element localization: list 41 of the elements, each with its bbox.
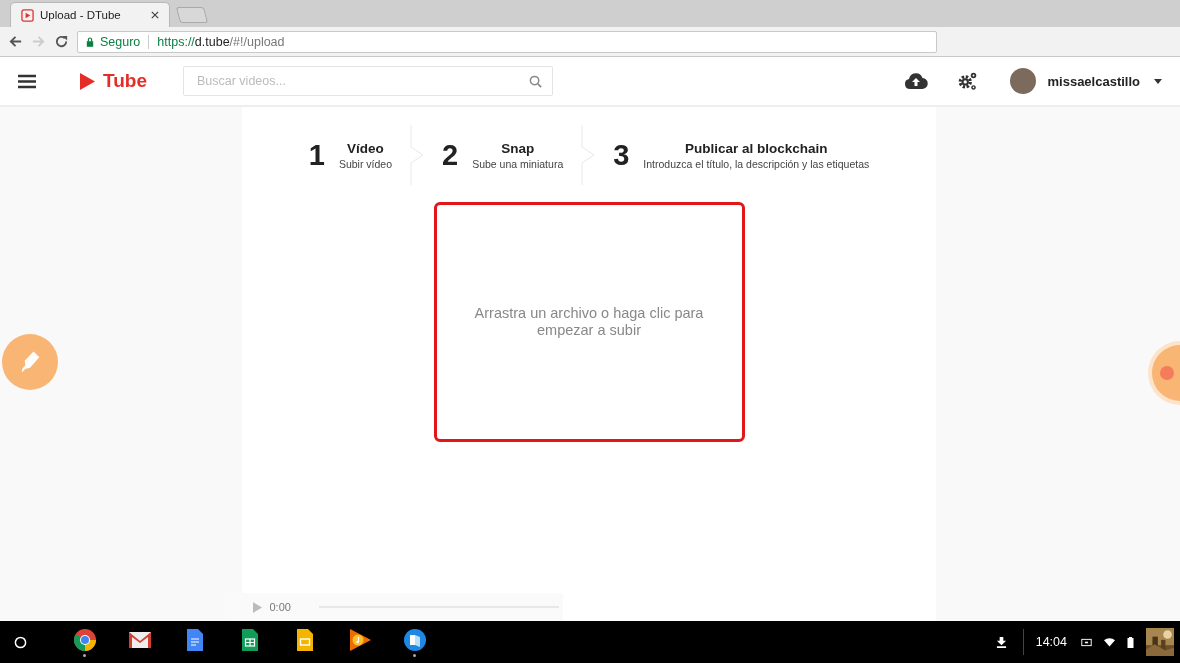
step-number: 3 xyxy=(613,138,630,172)
caret-icon[interactable] xyxy=(1154,78,1162,84)
play-icon xyxy=(21,8,34,22)
search-field[interactable]: Buscar videos... xyxy=(183,66,553,96)
close-icon[interactable] xyxy=(151,11,159,19)
address-bar[interactable]: Seguro https://d.tube/#!/upload xyxy=(77,30,937,53)
secure-label: Seguro xyxy=(100,34,141,49)
time-label: 0:00 xyxy=(269,601,291,613)
step-title: Vídeo xyxy=(347,140,384,156)
wifi-icon[interactable] xyxy=(1104,636,1115,648)
logo-text: Tube xyxy=(103,70,147,92)
step-title: Publicar al blockchain xyxy=(685,140,828,156)
upload-cloud-icon[interactable] xyxy=(903,70,928,92)
step-number: 1 xyxy=(308,138,325,172)
step-title: Snap xyxy=(501,140,535,156)
launcher-icon[interactable] xyxy=(14,635,27,649)
menu-icon[interactable] xyxy=(18,73,36,89)
drop-zone[interactable]: Arrastra un archivo o haga clic para empezar a subir xyxy=(433,202,745,442)
clock[interactable]: 14:04 xyxy=(1035,635,1067,649)
files-icon[interactable] xyxy=(402,627,427,652)
chrome-icon[interactable] xyxy=(72,627,97,652)
reload-icon[interactable] xyxy=(54,34,69,49)
avatar[interactable] xyxy=(1009,68,1036,94)
tab-title: Upload - DTube xyxy=(40,9,122,21)
username[interactable]: missaelcastillo xyxy=(1047,73,1140,89)
screen-icon[interactable] xyxy=(1081,636,1092,648)
browser-tab[interactable]: Upload - DTube xyxy=(10,2,170,27)
search-icon[interactable] xyxy=(529,75,542,88)
step-subtitle: Subir vídeo xyxy=(338,157,392,170)
play-icon xyxy=(80,72,95,90)
step-subtitle: Introduzca el título, la descripción y las etiquetas xyxy=(643,157,870,170)
url-text: https://d.tube/#!/upload xyxy=(157,34,285,49)
step-subtitle: Sube una miniatura xyxy=(472,157,564,170)
battery-icon[interactable] xyxy=(1127,636,1134,648)
back-icon[interactable] xyxy=(8,34,23,49)
download-icon[interactable] xyxy=(995,636,1007,648)
drop-zone-text: Arrastra un archivo o haga clic para empezar a subir xyxy=(473,305,705,339)
logo[interactable]: Tube xyxy=(80,70,147,92)
music-icon[interactable] xyxy=(347,627,372,652)
lock-icon xyxy=(86,36,94,47)
step-number: 2 xyxy=(442,138,459,172)
